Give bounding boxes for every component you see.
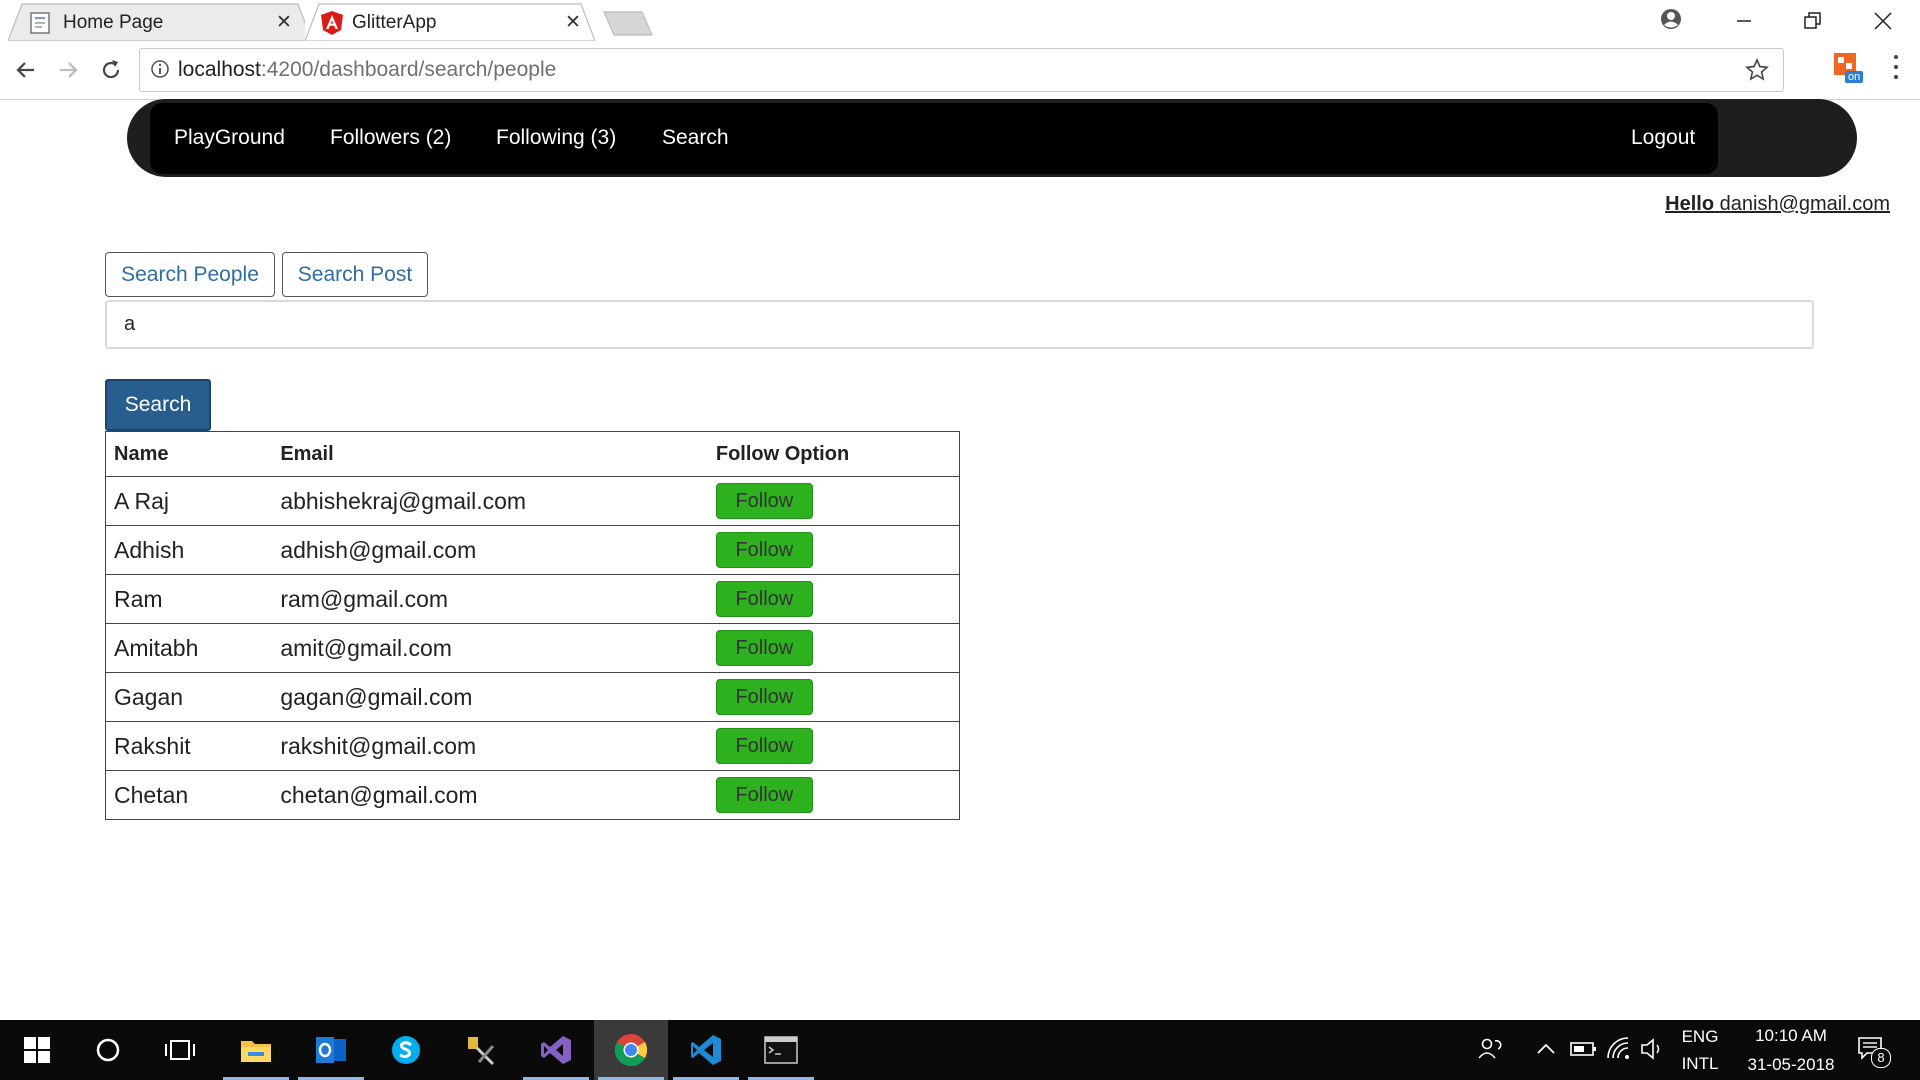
tab-search-people[interactable]: Search People <box>105 252 275 297</box>
cell-email: abhishekraj@gmail.com <box>272 476 708 526</box>
input-language-bottom[interactable]: INTL <box>1680 1054 1720 1074</box>
follow-button[interactable]: Follow <box>715 777 813 813</box>
close-window-button[interactable] <box>1848 0 1918 41</box>
follow-button[interactable]: Follow <box>715 679 813 715</box>
file-explorer-icon[interactable] <box>219 1020 293 1080</box>
cell-name: Adhish <box>105 525 273 575</box>
url-text: localhost:4200/dashboard/search/people <box>178 58 557 81</box>
column-header-email: Email <box>272 431 708 477</box>
cell-name: Chetan <box>105 770 273 820</box>
tab-title: GlitterApp <box>352 12 437 33</box>
close-icon[interactable]: ✕ <box>276 11 292 34</box>
column-header-name: Name <box>105 431 273 477</box>
browser-tab-glitterapp[interactable]: GlitterApp ✕ <box>305 3 595 41</box>
close-icon[interactable]: ✕ <box>565 11 581 34</box>
battery-icon[interactable] <box>1570 1040 1598 1063</box>
chrome-icon[interactable] <box>594 1020 668 1080</box>
outlook-icon[interactable] <box>294 1020 368 1080</box>
cell-action: Follow <box>707 476 960 526</box>
cell-name: A Raj <box>105 476 273 526</box>
cell-email: rakshit@gmail.com <box>272 721 708 771</box>
back-button[interactable] <box>6 50 46 90</box>
info-icon[interactable] <box>150 59 170 79</box>
visual-studio-icon[interactable] <box>519 1020 593 1080</box>
cell-name: Ram <box>105 574 273 624</box>
follow-button[interactable]: Follow <box>715 728 813 764</box>
cortana-icon[interactable] <box>71 1020 145 1080</box>
column-header-follow-option: Follow Option <box>707 431 960 477</box>
clock-time[interactable]: 10:10 AM <box>1736 1026 1846 1046</box>
cell-action: Follow <box>707 672 960 722</box>
bookmark-star-icon[interactable] <box>1745 58 1769 82</box>
notification-count-badge: 8 <box>1871 1048 1891 1068</box>
user-greeting[interactable]: Hello danish@gmail.com <box>1665 193 1890 216</box>
follow-button[interactable]: Follow <box>715 630 813 666</box>
tab-search-post[interactable]: Search Post <box>282 252 428 297</box>
wifi-icon[interactable] <box>1606 1036 1632 1065</box>
search-button[interactable]: Search <box>105 379 211 431</box>
cell-action: Follow <box>707 721 960 771</box>
follow-button[interactable]: Follow <box>715 483 813 519</box>
forward-button[interactable] <box>48 50 88 90</box>
table-row: Ram ram@gmail.com Follow <box>105 574 960 624</box>
cell-email: chetan@gmail.com <box>272 770 708 820</box>
cell-email: gagan@gmail.com <box>272 672 708 722</box>
minimize-button[interactable] <box>1709 0 1779 41</box>
search-input[interactable] <box>105 300 1814 349</box>
browser-toolbar: localhost:4200/dashboard/search/people o… <box>0 41 1920 100</box>
menu-icon[interactable] <box>1884 53 1908 83</box>
extension-badge: on <box>1845 71 1864 83</box>
volume-icon[interactable] <box>1640 1037 1666 1066</box>
cell-email: adhish@gmail.com <box>272 525 708 575</box>
logout-link[interactable]: Logout <box>1631 126 1695 150</box>
windows-start-icon[interactable] <box>0 1020 74 1080</box>
extension-icon[interactable]: on <box>1833 51 1864 83</box>
skype-icon[interactable] <box>369 1020 443 1080</box>
address-bar[interactable]: localhost:4200/dashboard/search/people <box>139 48 1784 92</box>
cell-name: Amitabh <box>105 623 273 673</box>
task-view-icon[interactable] <box>143 1020 217 1080</box>
page-icon <box>30 12 50 34</box>
table-header-row: Name Email Follow Option <box>105 431 960 477</box>
angular-icon <box>321 11 343 35</box>
tab-title: Home Page <box>63 12 164 33</box>
developer-tools-icon[interactable] <box>444 1020 518 1080</box>
nav-followers[interactable]: Followers (2) <box>330 126 451 150</box>
cell-email: ram@gmail.com <box>272 574 708 624</box>
table-row: Rakshit rakshit@gmail.com Follow <box>105 721 960 771</box>
restore-button[interactable] <box>1778 0 1848 41</box>
cell-action: Follow <box>707 623 960 673</box>
vscode-icon[interactable] <box>669 1020 743 1080</box>
browser-tab-home-page[interactable]: Home Page ✕ <box>8 3 312 41</box>
browser-tab-strip: Home Page ✕ GlitterApp ✕ <box>0 0 1920 41</box>
nav-playground[interactable]: PlayGround <box>174 126 285 150</box>
table-row: Amitabh amit@gmail.com Follow <box>105 623 960 673</box>
cell-email: amit@gmail.com <box>272 623 708 673</box>
user-email: danish@gmail.com <box>1719 193 1890 215</box>
input-language-top[interactable]: ENG <box>1680 1027 1720 1047</box>
cell-action: Follow <box>707 574 960 624</box>
clock-date[interactable]: 31-05-2018 <box>1736 1055 1846 1075</box>
new-tab-button[interactable] <box>602 10 654 36</box>
profile-icon[interactable] <box>1656 6 1686 36</box>
nav-search[interactable]: Search <box>662 126 729 150</box>
results-table: Name Email Follow Option A Raj abhishekr… <box>105 431 960 820</box>
cell-action: Follow <box>707 525 960 575</box>
cell-action: Follow <box>707 770 960 820</box>
table-row: Adhish adhish@gmail.com Follow <box>105 525 960 575</box>
command-prompt-icon[interactable] <box>744 1020 818 1080</box>
reload-button[interactable] <box>91 50 131 90</box>
table-row: Chetan chetan@gmail.com Follow <box>105 770 960 820</box>
greeting-label: Hello <box>1665 193 1715 215</box>
cell-name: Rakshit <box>105 721 273 771</box>
show-hidden-icons-icon[interactable] <box>1536 1040 1556 1061</box>
table-row: Gagan gagan@gmail.com Follow <box>105 672 960 722</box>
follow-button[interactable]: Follow <box>715 532 813 568</box>
cell-name: Gagan <box>105 672 273 722</box>
nav-following[interactable]: Following (3) <box>496 126 616 150</box>
people-icon[interactable] <box>1478 1036 1504 1067</box>
table-row: A Raj abhishekraj@gmail.com Follow <box>105 476 960 526</box>
notification-center-icon[interactable]: 8 <box>1857 1036 1893 1068</box>
follow-button[interactable]: Follow <box>715 581 813 617</box>
